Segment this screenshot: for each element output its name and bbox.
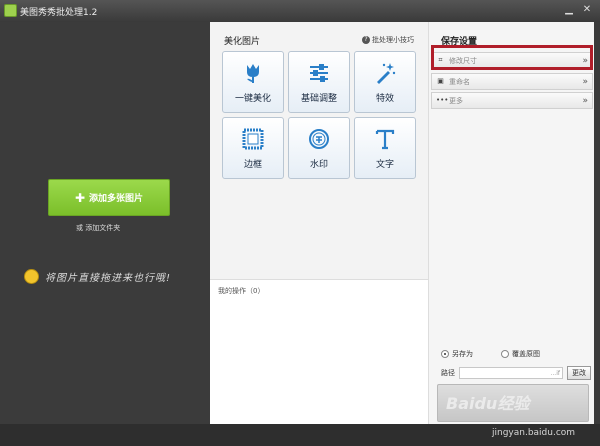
operations-panel: 我的操作（0） <box>210 279 428 425</box>
overwrite-label: 覆盖原图 <box>512 350 540 358</box>
save-as-label: 另存为 <box>452 350 473 358</box>
question-icon: ? <box>362 36 370 44</box>
or-text: 或 <box>76 224 83 232</box>
add-folder-line: 或 添加文件夹 <box>76 223 120 233</box>
chevron-right-icon: » <box>582 76 588 87</box>
path-input[interactable]: ...if <box>459 367 563 379</box>
overwrite-radio[interactable]: 覆盖原图 <box>501 349 540 359</box>
tool-label: 基础调整 <box>300 93 337 104</box>
more-dots-icon: ••• <box>436 96 449 104</box>
save-as-radio[interactable]: 另存为 <box>441 349 473 359</box>
tool-grid: 一键美化 基础调整 特效 边框 水印 文字 <box>222 51 422 179</box>
add-images-label: 添加多张图片 <box>89 194 144 204</box>
add-folder-link[interactable]: 添加文件夹 <box>85 224 120 232</box>
beautify-title: 美化图片 <box>224 37 261 47</box>
change-path-button[interactable]: 更改 <box>567 366 591 380</box>
more-label: 更多 <box>449 96 463 105</box>
tool-watermark[interactable]: 水印 <box>288 117 350 179</box>
tool-label: 文字 <box>375 159 394 170</box>
beautify-panel: 美化图片 ? 批处理小技巧 一键美化 基础调整 特效 边框 水印 文字 我的操作… <box>210 22 428 425</box>
window-title: 美图秀秀批处理1.2 <box>20 8 98 18</box>
radio-dot <box>441 350 449 358</box>
operations-label: 我的操作（0） <box>218 287 265 295</box>
title-bar: 美图秀秀批处理1.2 ▁ ✕ <box>0 0 600 22</box>
chevron-right-icon: » <box>582 95 588 106</box>
baidu-watermark-url: jingyan.baidu.com <box>492 428 576 438</box>
frame-icon <box>242 128 264 149</box>
plus-icon: ✚ <box>74 190 86 205</box>
save-settings-panel: 保存设置 ⌗ 修改尺寸 » ▣ 重命名 » ••• 更多 » 另存为 覆盖原图 … <box>428 22 594 424</box>
baidu-watermark: Baidu经验 <box>446 394 530 413</box>
tool-border[interactable]: 边框 <box>222 117 284 179</box>
path-row: 路径 ...if 更改 <box>441 366 591 380</box>
close-button[interactable]: ✕ <box>580 3 594 17</box>
drag-hint-text: 将图片直接拖进来也行哦! <box>45 273 172 284</box>
tool-label: 特效 <box>375 93 394 104</box>
batch-tips-link[interactable]: ? 批处理小技巧 <box>362 35 414 45</box>
smiley-mascot-icon <box>24 269 39 284</box>
tool-basic-adjust[interactable]: 基础调整 <box>288 51 350 113</box>
tool-label: 水印 <box>309 159 328 170</box>
save-mode-group: 另存为 覆盖原图 <box>441 349 540 359</box>
rename-icon: ▣ <box>437 77 444 85</box>
tool-one-click-beautify[interactable]: 一键美化 <box>222 51 284 113</box>
text-t-icon <box>375 129 395 149</box>
image-drop-area[interactable]: ✚ 添加多张图片 或 添加文件夹 将图片直接拖进来也行哦! <box>0 22 210 424</box>
drag-hint: 将图片直接拖进来也行哦! <box>24 269 171 284</box>
highlight-box <box>431 45 593 70</box>
tool-effects[interactable]: 特效 <box>354 51 416 113</box>
minimize-button[interactable]: ▁ <box>562 3 576 17</box>
tool-label: 边框 <box>243 159 262 170</box>
rename-row[interactable]: ▣ 重命名 » <box>431 73 593 90</box>
batch-tips-label: 批处理小技巧 <box>372 36 414 44</box>
radio-dot <box>501 350 509 358</box>
tool-label: 一键美化 <box>234 93 271 104</box>
add-images-button[interactable]: ✚ 添加多张图片 <box>48 179 170 216</box>
path-label: 路径 <box>441 369 455 377</box>
more-row[interactable]: ••• 更多 » <box>431 92 593 109</box>
app-logo-icon <box>4 4 17 17</box>
sliders-icon <box>310 63 328 82</box>
rename-label: 重命名 <box>449 77 470 86</box>
watermark-stamp-icon <box>309 128 329 149</box>
magic-wand-icon <box>377 62 396 84</box>
tool-text[interactable]: 文字 <box>354 117 416 179</box>
tulip-icon <box>247 63 259 83</box>
